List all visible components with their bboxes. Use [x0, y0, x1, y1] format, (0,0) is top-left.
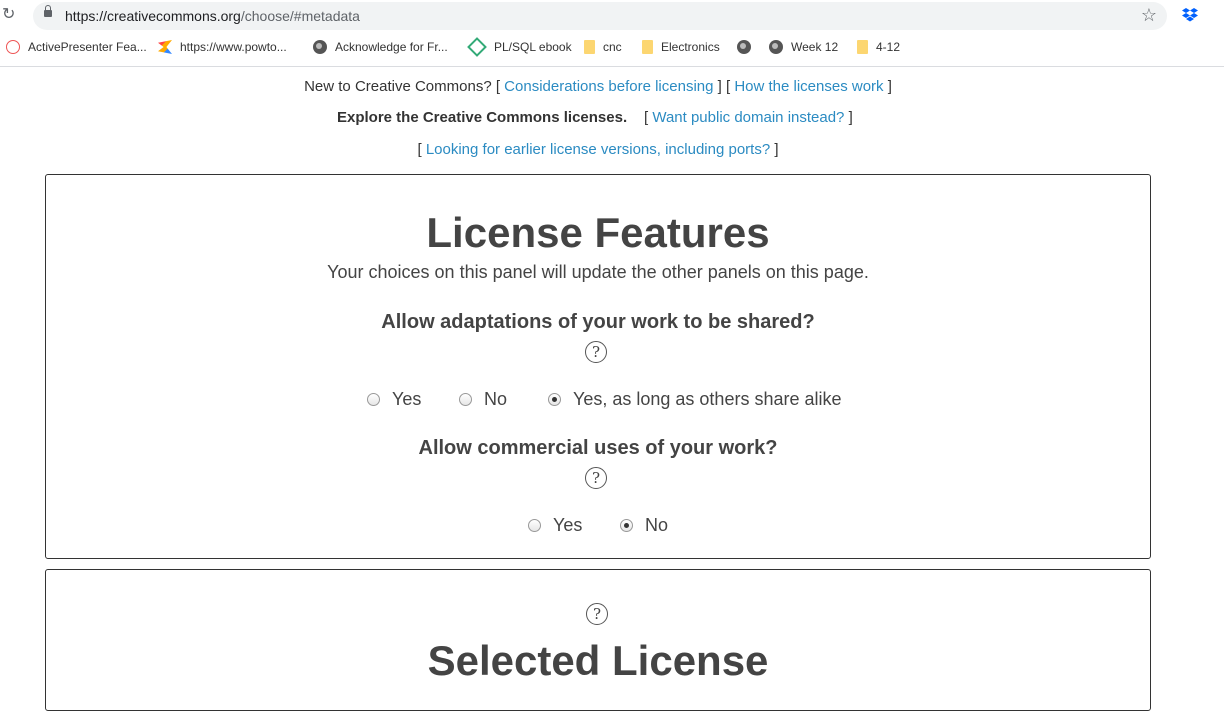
bracket-close: ]: [844, 109, 853, 126]
folder-icon: [642, 40, 653, 54]
public-domain-link[interactable]: Want public domain instead?: [652, 109, 844, 126]
bookmark-label: PL/SQL ebook: [494, 40, 572, 54]
url-text[interactable]: https://creativecommons.org/choose/#meta…: [65, 8, 360, 24]
browser-toolbar: ↻ https://creativecommons.org/choose/#me…: [0, 0, 1224, 33]
bookmark-label: Electronics: [661, 40, 720, 54]
intro-line: New to Creative Commons? [ Consideration…: [0, 78, 1196, 95]
bookmark-powtoon[interactable]: https://www.powto...: [158, 38, 287, 56]
option-label: No: [645, 515, 669, 535]
reload-icon[interactable]: ↻: [2, 7, 18, 23]
intro-text: New to Creative Commons? [: [304, 78, 500, 95]
bookmark-label: Acknowledge for Fr...: [335, 40, 448, 54]
lock-icon: [44, 5, 52, 17]
bracket-open: [: [417, 141, 426, 158]
adaptations-option-no[interactable]: No: [459, 389, 507, 410]
globe-icon: [737, 40, 751, 54]
selected-license-title: Selected License: [427, 637, 769, 684]
folder-icon: [584, 40, 595, 54]
adaptations-option-share-alike[interactable]: Yes, as long as others share alike: [548, 389, 842, 410]
bracket-close: ]: [883, 78, 892, 95]
address-bar[interactable]: https://creativecommons.org/choose/#meta…: [33, 2, 1167, 30]
commercial-option-no[interactable]: No: [620, 515, 668, 536]
how-licenses-work-link[interactable]: How the licenses work: [734, 78, 883, 95]
radio-checked[interactable]: [620, 519, 633, 532]
commercial-option-yes[interactable]: Yes: [528, 515, 582, 536]
considerations-link[interactable]: Considerations before licensing: [504, 78, 713, 95]
selected-license-panel: ? Selected License: [45, 569, 1151, 711]
radio-unchecked[interactable]: [367, 393, 380, 406]
bookmark-electronics[interactable]: Electronics: [642, 38, 720, 56]
globe-icon: [769, 40, 783, 54]
bookmark-label: https://www.powto...: [180, 40, 287, 54]
public-domain-wrap: [ Want public domain instead? ]: [644, 109, 853, 126]
dropbox-icon[interactable]: [1182, 7, 1198, 23]
url-path: /choose/#metadata: [240, 8, 360, 24]
globe-icon: [313, 40, 327, 54]
bookmark-week12[interactable]: Week 12: [769, 38, 838, 56]
bookmark-4-12[interactable]: 4-12: [857, 38, 900, 56]
bookmark-label: Week 12: [791, 40, 839, 54]
adaptations-help-icon[interactable]: ?: [585, 341, 607, 363]
bookmark-plsql[interactable]: PL/SQL ebook: [467, 37, 572, 57]
bookmark-cnc[interactable]: cnc: [584, 38, 622, 56]
powtoon-icon: [158, 40, 172, 54]
bookmark-star-icon[interactable]: ☆: [1141, 5, 1157, 26]
bookmark-globe[interactable]: [737, 38, 759, 56]
option-label: Yes, as long as others share alike: [573, 389, 842, 409]
commercial-question: Allow commercial uses of your work?: [418, 437, 778, 459]
bookmark-label: ActivePresenter Fea...: [28, 40, 147, 54]
radio-unchecked[interactable]: [528, 519, 541, 532]
option-label: Yes: [392, 389, 422, 409]
bookmark-activepresenter[interactable]: ActivePresenter Fea...: [6, 38, 147, 56]
commercial-help-icon[interactable]: ?: [585, 467, 607, 489]
folder-icon: [857, 40, 868, 54]
adaptations-option-yes[interactable]: Yes: [367, 389, 421, 410]
bracket-close: ]: [770, 141, 779, 158]
bookmarks-bar: ActivePresenter Fea... https://www.powto…: [0, 34, 1224, 60]
diamond-icon: [467, 37, 487, 57]
license-features-panel: License Features Your choices on this pa…: [45, 174, 1151, 559]
selected-license-help-icon[interactable]: ?: [586, 603, 608, 625]
adaptations-question: Allow adaptations of your work to be sha…: [381, 311, 815, 333]
features-subtitle: Your choices on this panel will update t…: [327, 262, 869, 282]
license-features-title: License Features: [426, 209, 770, 256]
option-label: No: [484, 389, 508, 409]
radio-unchecked[interactable]: [459, 393, 472, 406]
earlier-versions-line: [ Looking for earlier license versions, …: [0, 141, 1196, 158]
bracket-separator: ] [: [713, 78, 735, 95]
earlier-versions-link[interactable]: Looking for earlier license versions, in…: [426, 141, 770, 158]
bookmark-label: cnc: [603, 40, 622, 54]
url-host: https://creativecommons.org: [65, 8, 241, 24]
bookmark-acknowledge[interactable]: Acknowledge for Fr...: [313, 38, 448, 56]
option-label: Yes: [553, 515, 583, 535]
radio-checked[interactable]: [548, 393, 561, 406]
bookmark-label: 4-12: [876, 40, 901, 54]
activepresenter-icon: [6, 40, 20, 54]
explore-heading: Explore the Creative Commons licenses.: [337, 109, 628, 126]
toolbar-divider: [0, 66, 1224, 67]
